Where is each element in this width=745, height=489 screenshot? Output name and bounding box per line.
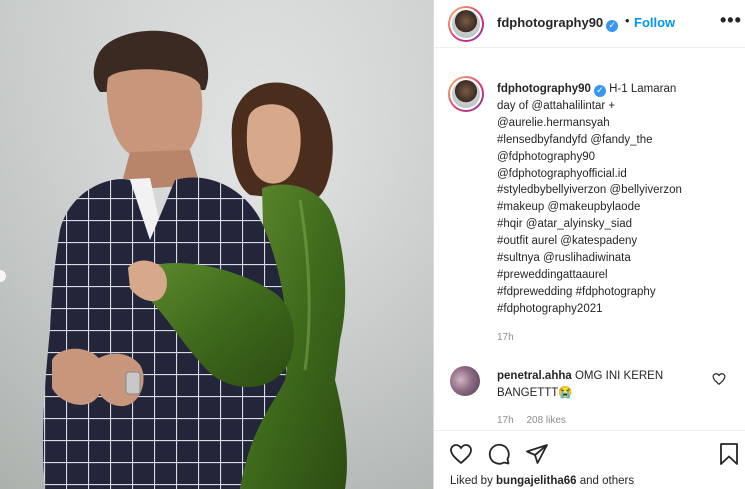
caption-line[interactable]: day of @attahalilintar + xyxy=(497,100,615,112)
caption-line[interactable]: #hqir @atar_alyinsky_siad xyxy=(497,218,632,230)
comment-likes[interactable]: 208 likes xyxy=(526,415,565,426)
author-username[interactable]: fdphotography90 ✓ xyxy=(497,15,619,32)
share-icon[interactable] xyxy=(525,442,549,466)
comment-timestamp[interactable]: 17h xyxy=(497,415,514,426)
caption-line[interactable]: #preweddingattaaurel xyxy=(497,269,608,281)
comment-text: penetral.ahha OMG INI KEREN BANGETTT😭 xyxy=(497,368,717,402)
caption-line[interactable]: #styledbybellyiverzon @bellyiverzon xyxy=(497,184,682,196)
author-username-text[interactable]: fdphotography90 xyxy=(497,15,603,30)
caption-username[interactable]: fdphotography90 xyxy=(497,83,591,95)
caption-line[interactable]: #fdphotography2021 xyxy=(497,303,603,315)
post-photo[interactable] xyxy=(0,0,433,489)
liked-by-suffix[interactable]: and others xyxy=(577,475,634,487)
liked-by-prefix: Liked by xyxy=(450,475,497,487)
action-bar: Liked by bungajelitha66 and others xyxy=(434,430,745,489)
caption-timestamp[interactable]: 17h xyxy=(497,332,514,343)
comment-meta: 17h 208 likes xyxy=(497,415,576,426)
more-options-icon[interactable]: ••• xyxy=(720,10,742,31)
caption-line[interactable]: #fdprewedding #fdphotography xyxy=(497,286,656,298)
woman-face xyxy=(246,104,301,184)
man-face xyxy=(106,69,203,164)
caption-line[interactable]: #lensedbyfandyfd @fandy_the xyxy=(497,134,653,146)
follow-button[interactable]: Follow xyxy=(634,15,675,30)
caption-body: fdphotography90 ✓ H-1 Lamaran day of @att… xyxy=(497,81,737,318)
verified-badge-icon: ✓ xyxy=(593,85,606,97)
liked-by-line: Liked by bungajelitha66 and others xyxy=(450,475,634,487)
commenter-avatar[interactable] xyxy=(450,366,480,396)
bookmark-icon[interactable] xyxy=(717,442,741,466)
author-avatar[interactable] xyxy=(448,6,484,42)
liked-by-username[interactable]: bungajelitha66 xyxy=(496,475,577,487)
post-sidebar: fdphotography90 ✓ • Follow ••• fdphotogra… xyxy=(433,0,745,489)
separator-dot: • xyxy=(625,13,630,28)
caption-line[interactable]: @fdphotography90 xyxy=(497,151,595,163)
caption-line[interactable]: @aurelie.hermansyah xyxy=(497,117,610,129)
verified-badge-icon: ✓ xyxy=(606,20,619,32)
commenter-username[interactable]: penetral.ahha xyxy=(497,370,572,382)
caption-line[interactable]: @fdphotographyofficial.id xyxy=(497,168,627,180)
caption-line: H-1 Lamaran xyxy=(609,83,677,95)
comment-icon[interactable] xyxy=(487,442,511,466)
caption-line[interactable]: #outfit aurel @katespadeny xyxy=(497,235,637,247)
caption-author-avatar[interactable] xyxy=(448,76,484,112)
caption-line[interactable]: #sultnya @ruslihadiwinata xyxy=(497,252,631,264)
heart-icon[interactable] xyxy=(449,442,473,466)
photo-illustration xyxy=(42,30,347,489)
comment-heart-icon[interactable] xyxy=(712,372,726,386)
post-header: fdphotography90 ✓ • Follow ••• xyxy=(434,0,745,48)
caption-line[interactable]: #makeup @makeupbylaode xyxy=(497,201,640,213)
